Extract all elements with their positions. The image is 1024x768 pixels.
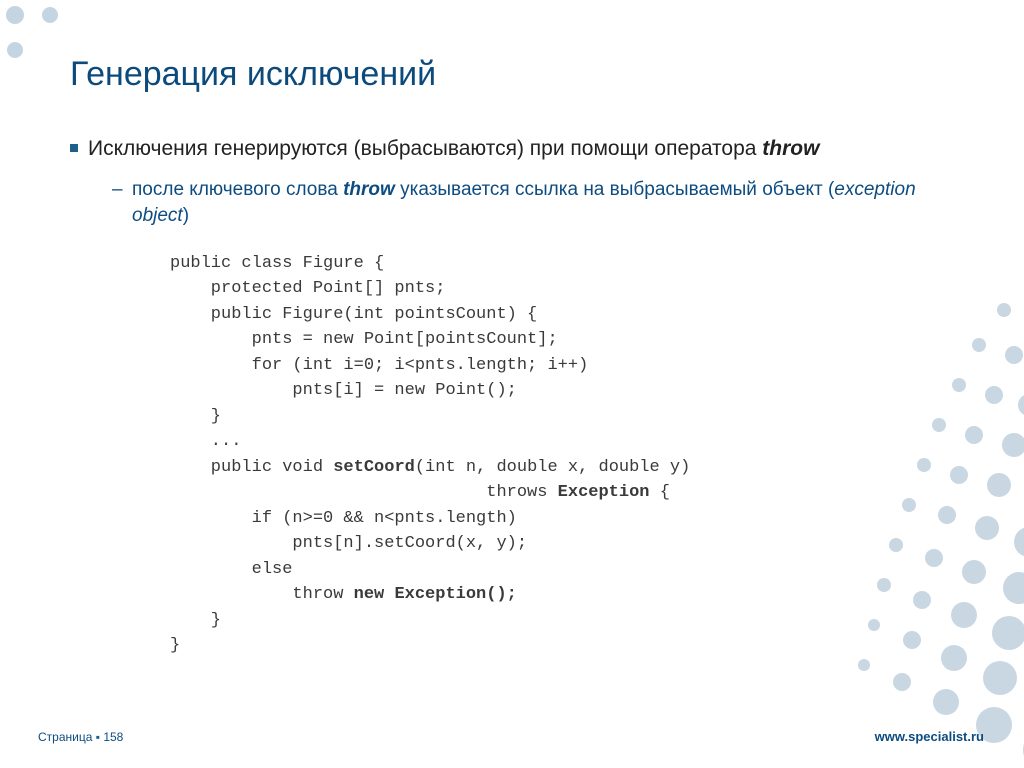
code-line: public class Figure { — [170, 254, 384, 273]
bullet-level1: Исключения генерируются (выбрасываются) … — [70, 135, 964, 163]
code-exception-kw: Exception — [558, 483, 650, 502]
code-line: { — [650, 483, 670, 502]
code-line: public void — [170, 458, 333, 477]
code-line: if (n>=0 && n<pnts.length) — [170, 509, 517, 528]
code-line: throw — [170, 585, 354, 604]
code-line: ... — [170, 432, 241, 451]
bullet-level2: после ключевого слова throw указывается … — [112, 177, 964, 228]
code-line: (int n, double x, double y) — [415, 458, 690, 477]
code-line: } — [170, 611, 221, 630]
footer-page: Страница ▪ 158 — [38, 730, 123, 744]
footer-page-label: Страница — [38, 730, 92, 744]
code-new-exception: new Exception(); — [354, 585, 517, 604]
slide-content: Исключения генерируются (выбрасываются) … — [70, 135, 964, 659]
slide-title: Генерация исключений — [70, 55, 436, 94]
bullet2-text-c: указывается ссылка на выбрасываемый объе… — [395, 179, 834, 200]
code-line: } — [170, 636, 180, 655]
code-setcoord: setCoord — [333, 458, 415, 477]
bullet1-text-a: Исключения генерируются (выбрасываются) … — [88, 137, 762, 160]
code-line: for (int i=0; i<pnts.length; i++) — [170, 356, 588, 375]
bullet2-throw: throw — [343, 179, 395, 200]
bullet2-text-a: после ключевого слова — [132, 179, 343, 200]
code-line: protected Point[] pnts; — [170, 279, 445, 298]
code-line: } — [170, 407, 221, 426]
bullet2-text-e: ) — [183, 205, 189, 226]
code-line: pnts[n].setCoord(x, y); — [170, 534, 527, 553]
code-line: pnts[i] = new Point(); — [170, 381, 517, 400]
code-line: pnts = new Point[pointsCount]; — [170, 330, 558, 349]
code-block: public class Figure { protected Point[] … — [170, 251, 964, 659]
code-line: throws — [170, 483, 558, 502]
code-line: else — [170, 560, 292, 579]
footer-url: www.specialist.ru — [875, 729, 984, 744]
code-line: public Figure(int pointsCount) { — [170, 305, 537, 324]
bullet1-throw: throw — [762, 137, 819, 160]
slide: Генерация исключений Исключения генериру… — [0, 0, 1024, 768]
footer-page-number: 158 — [103, 730, 123, 744]
